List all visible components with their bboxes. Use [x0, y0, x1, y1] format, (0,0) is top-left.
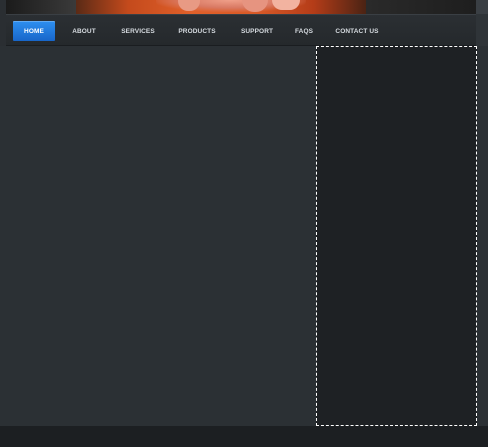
- nav-item-services[interactable]: SERVICES: [114, 21, 162, 41]
- nav-item-faqs[interactable]: FAQS: [290, 21, 318, 41]
- nav-item-home[interactable]: HOME: [13, 21, 55, 41]
- footer: [0, 426, 488, 447]
- nav-item-contact-us[interactable]: CONTACT US: [328, 21, 386, 41]
- sidebar-placeholder: [316, 46, 477, 426]
- nav-item-products[interactable]: PRODUCTS: [172, 21, 222, 41]
- nav-item-about[interactable]: ABOUT: [64, 21, 104, 41]
- page: HOME ABOUT SERVICES PRODUCTS SUPPORT FAQ…: [0, 0, 488, 447]
- main-navigation: HOME ABOUT SERVICES PRODUCTS SUPPORT FAQ…: [6, 14, 476, 46]
- hero-banner-image: [6, 0, 476, 14]
- main-content: [0, 46, 316, 426]
- nav-item-support[interactable]: SUPPORT: [234, 21, 280, 41]
